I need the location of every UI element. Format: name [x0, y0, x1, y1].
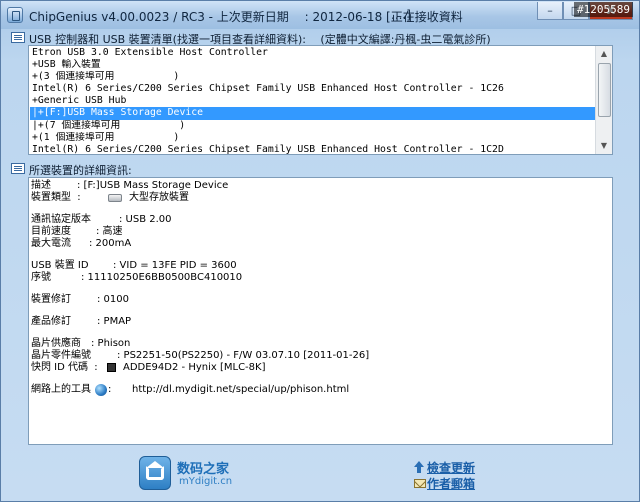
details-panel[interactable]: 描述 : [F:]USB Mass Storage Device 裝置類型 : …	[28, 177, 613, 445]
chip-vendor-value: : Phison	[91, 338, 131, 349]
product-rev-row: 產品修訂 : PMAP	[31, 316, 131, 328]
author-email-link[interactable]: 作者郵箱	[427, 475, 475, 492]
device-list-item[interactable]: +(1 個連接埠可用 )	[30, 132, 597, 144]
details-icon	[11, 163, 25, 174]
speed-label: 目前速度	[31, 226, 71, 237]
online-tools-row: 網路上的工具 : http://dl.mydigit.net/special/u…	[31, 384, 350, 396]
logo-chinese-text[interactable]: 数码之家	[177, 458, 229, 477]
device-list-item[interactable]: |+(7 個連接埠可用 )	[30, 120, 597, 132]
chip-part-label: 晶片零件編號	[31, 350, 91, 361]
serial-row: 序號 : 11110250E6BB0500BC410010	[31, 272, 242, 284]
minimize-button[interactable]: –	[537, 2, 563, 20]
device-rev-label: 裝置修訂	[31, 294, 71, 305]
device-list-rows: Etron USB 3.0 Extensible Host Controller…	[30, 47, 597, 154]
list-icon	[11, 32, 25, 43]
device-list-item[interactable]: |+[F:]USB Mass Storage Device	[30, 107, 597, 120]
flash-id-label: 快閃 ID 代碼	[31, 362, 89, 373]
drive-icon	[108, 194, 122, 202]
product-rev-value: : PMAP	[97, 316, 132, 327]
online-tools-label: 網路上的工具	[31, 384, 91, 395]
details-header: 所選裝置的詳細資訊:	[29, 164, 132, 177]
chip-vendor-label: 晶片供應商	[31, 338, 81, 349]
device-list-item[interactable]: +(3 個連接埠可用 )	[30, 71, 597, 83]
chip-part-value: : PS2251-50(PS2250) - F/W 03.07.10 [2011…	[117, 350, 370, 361]
logo-english-text[interactable]: mYdigit.cn	[179, 476, 232, 487]
scroll-down-icon[interactable]: ▼	[596, 138, 612, 154]
device-list-item[interactable]: Intel(R) 6 Series/C200 Series Chipset Fa…	[30, 83, 597, 95]
device-type-row: 裝置類型 : 大型存放裝置	[31, 192, 189, 203]
device-type-value: 大型存放裝置	[129, 192, 189, 203]
description-label: 描述	[31, 180, 51, 191]
description-row: 描述 : [F:]USB Mass Storage Device	[31, 180, 228, 192]
usb-id-row: USB 裝置 ID : VID = 13FE PID = 3600	[31, 260, 237, 272]
max-current-value: : 200mA	[89, 238, 132, 249]
protocol-label: 通訊協定版本	[31, 214, 91, 225]
device-type-label: 裝置類型	[31, 192, 71, 203]
scroll-up-icon[interactable]: ▲	[596, 46, 612, 62]
usb-id-label: USB 裝置 ID	[31, 260, 89, 271]
protocol-row: 通訊協定版本 : USB 2.00	[31, 214, 172, 226]
chip-part-row: 晶片零件編號 : PS2251-50(PS2250) - F/W 03.07.1…	[31, 350, 369, 362]
device-list-item[interactable]: +Generic USB Hub	[30, 95, 597, 107]
device-list-item[interactable]: +USB 輸入裝置	[30, 59, 597, 71]
usb-id-value: : VID = 13FE PID = 3600	[113, 260, 237, 271]
mydigit-logo-icon[interactable]	[139, 456, 171, 490]
flash-chip-icon	[107, 363, 116, 372]
device-rev-row: 裝置修訂 : 0100	[31, 294, 129, 306]
speed-row: 目前速度 : 高速	[31, 226, 123, 238]
chip-vendor-row: 晶片供應商 : Phison	[31, 338, 130, 350]
serial-label: 序號	[31, 272, 51, 283]
flash-id-row: 快閃 ID 代碼 : ADDE94D2 - Hynix [MLC-8K]	[31, 362, 266, 373]
device-list[interactable]: Etron USB 3.0 Extensible Host Controller…	[28, 45, 613, 155]
description-value: : [F:]USB Mass Storage Device	[77, 180, 229, 191]
speed-value: : 高速	[96, 226, 123, 237]
window-title-tail: ....]	[391, 8, 411, 22]
update-arrow-icon	[414, 461, 424, 473]
online-tools-url[interactable]: http://dl.mydigit.net/special/up/phison.…	[132, 384, 349, 396]
device-list-scrollbar[interactable]: ▲ ▼	[595, 46, 612, 154]
usb-app-icon	[7, 7, 23, 23]
protocol-value: : USB 2.00	[119, 214, 172, 225]
scroll-thumb[interactable]	[598, 63, 611, 117]
main-window: ChipGenius v4.00.0023 / RC3 - 上次更新日期 : 2…	[0, 0, 640, 502]
title-bar[interactable]: ChipGenius v4.00.0023 / RC3 - 上次更新日期 : 2…	[1, 1, 639, 29]
max-current-row: 最大電流 : 200mA	[31, 238, 131, 250]
serial-value: : 11110250E6BB0500BC410010	[81, 272, 243, 283]
check-update-link[interactable]: 檢查更新	[427, 459, 475, 476]
device-list-item[interactable]: Etron USB 3.0 Extensible Host Controller	[30, 47, 597, 59]
watermark-label: #1205589	[574, 2, 633, 17]
mail-icon	[414, 479, 426, 488]
device-list-item[interactable]: Intel(R) 6 Series/C200 Series Chipset Fa…	[30, 144, 597, 154]
flash-id-value: ADDE94D2 - Hynix [MLC-8K]	[123, 362, 266, 373]
device-rev-value: : 0100	[97, 294, 129, 305]
globe-icon	[95, 384, 107, 396]
product-rev-label: 產品修訂	[31, 316, 71, 327]
max-current-label: 最大電流	[31, 238, 71, 249]
